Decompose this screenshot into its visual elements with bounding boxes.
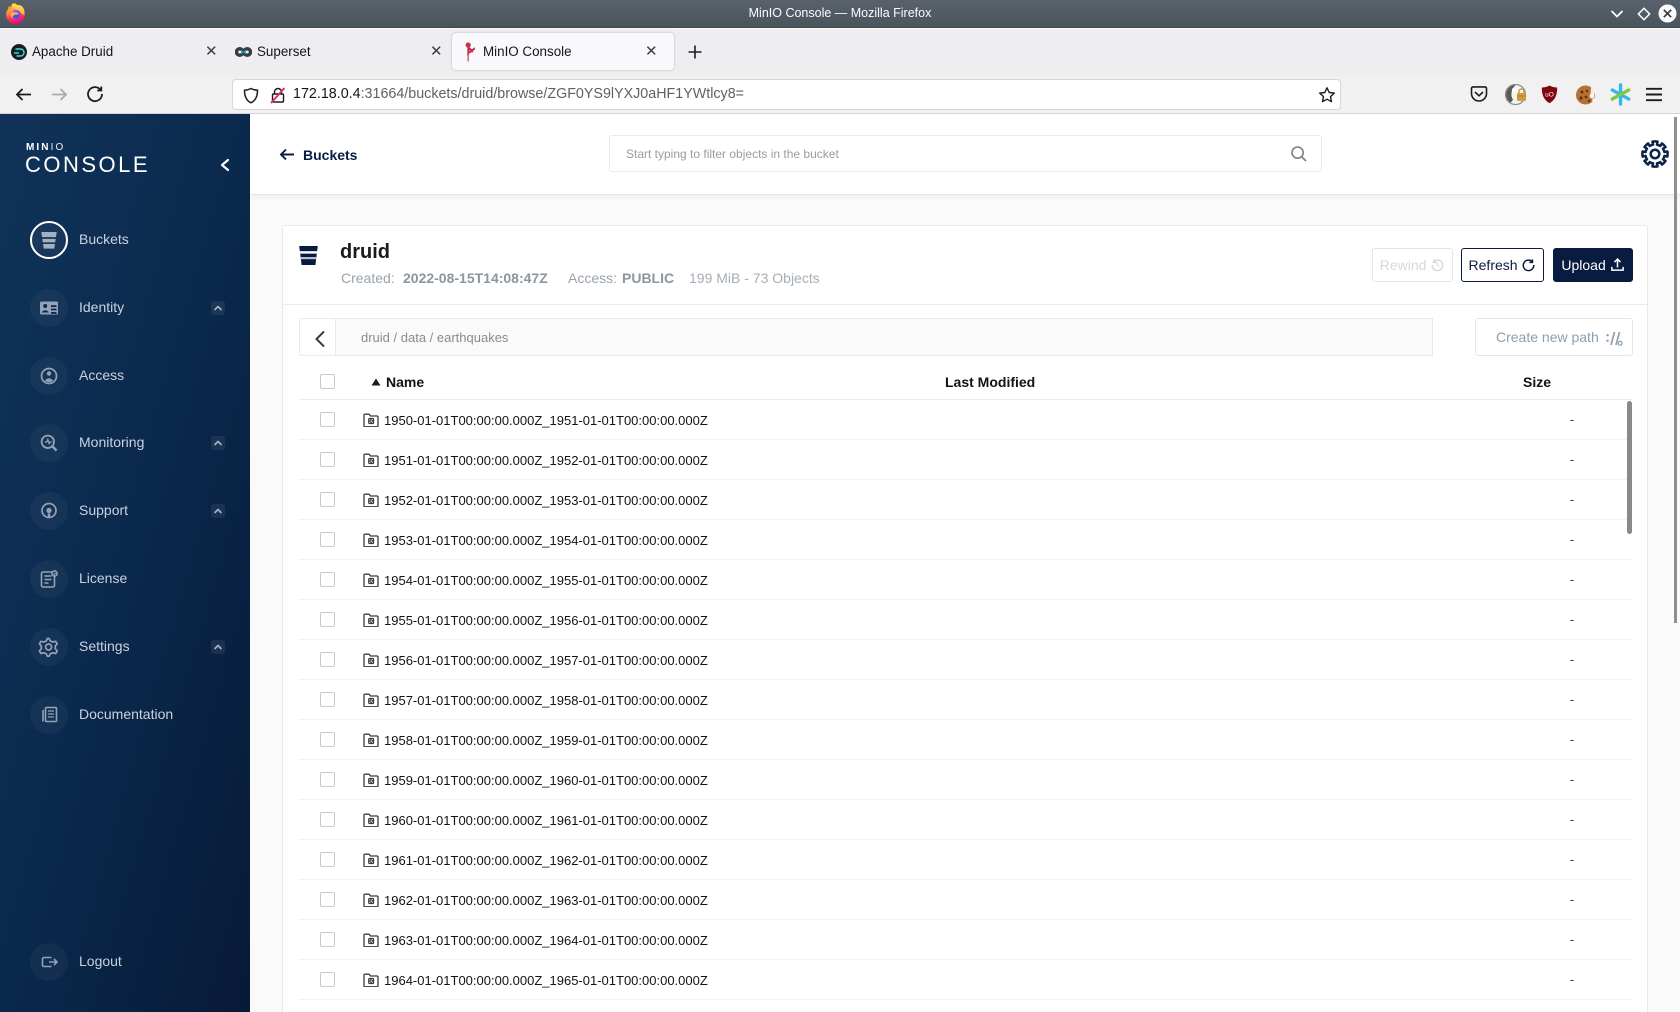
svg-text:uO: uO — [1545, 92, 1554, 99]
